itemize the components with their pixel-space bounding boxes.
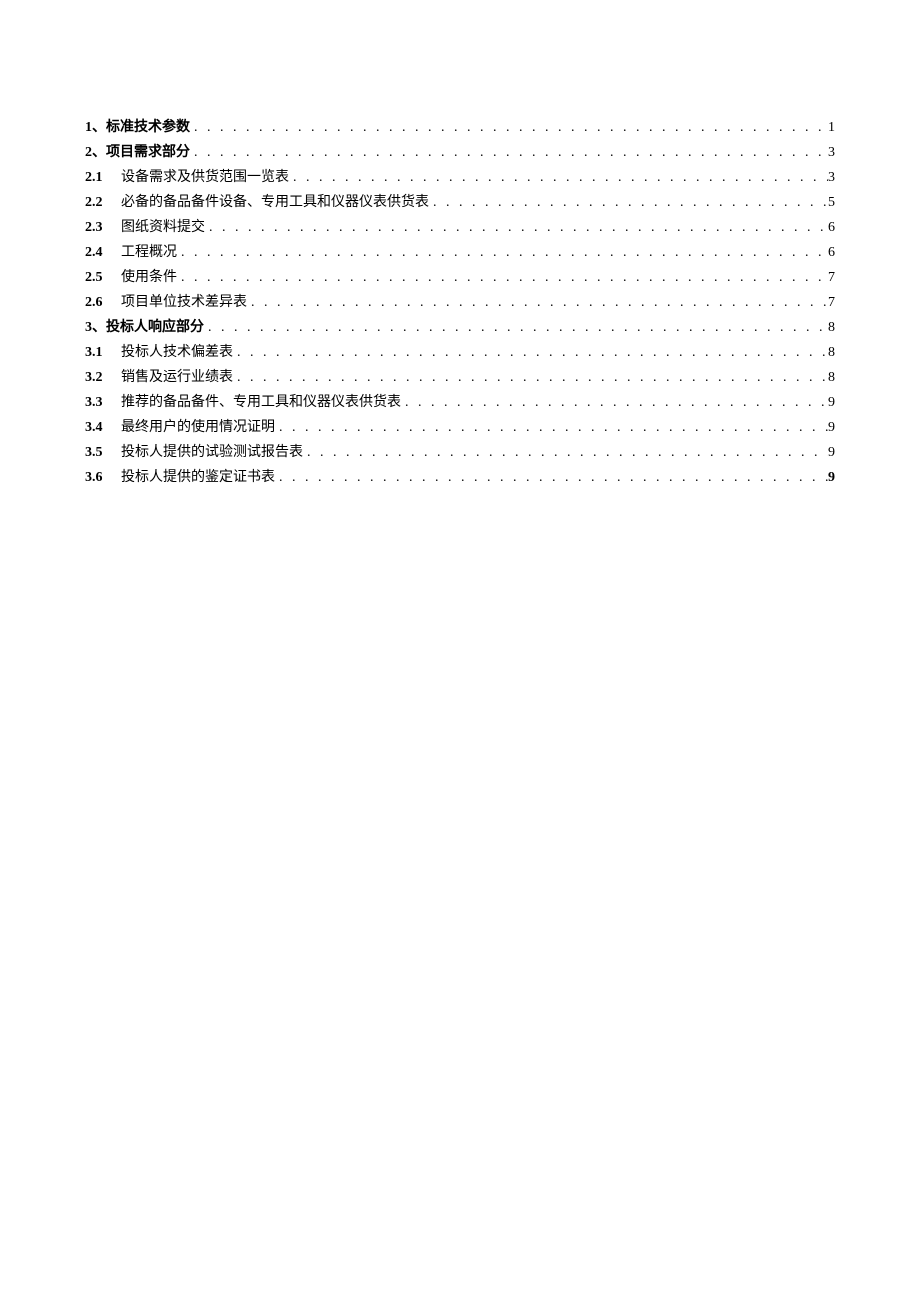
toc-title: 项目需求部分: [106, 140, 190, 165]
toc-leader: . . . . . . . . . . . . . . . . . . . . …: [190, 140, 828, 165]
toc-entry: 3.5投标人提供的试验测试报告表. . . . . . . . . . . . …: [85, 440, 835, 465]
toc-leader: . . . . . . . . . . . . . . . . . . . . …: [401, 390, 828, 415]
toc-page: 8: [828, 340, 835, 365]
toc-entry: 3.3推荐的备品备件、专用工具和仪器仪表供货表. . . . . . . . .…: [85, 390, 835, 415]
toc-number: 2.3: [85, 215, 121, 240]
toc-title: 图纸资料提交: [121, 215, 205, 240]
toc-title: 标准技术参数: [106, 115, 190, 140]
toc-entry: 2.1设备需求及供货范围一览表. . . . . . . . . . . . .…: [85, 165, 835, 190]
toc-entry: 2、项目需求部分. . . . . . . . . . . . . . . . …: [85, 140, 835, 165]
toc-page: 9: [828, 390, 835, 415]
toc-title: 项目单位技术差异表: [121, 290, 247, 315]
toc-leader: . . . . . . . . . . . . . . . . . . . . …: [247, 290, 828, 315]
toc-number: 2.6: [85, 290, 121, 315]
toc-title: 推荐的备品备件、专用工具和仪器仪表供货表: [121, 390, 401, 415]
toc-number: 2.1: [85, 165, 121, 190]
toc-number: 1、: [85, 115, 106, 140]
toc-title: 必备的备品备件设备、专用工具和仪器仪表供货表: [121, 190, 429, 215]
toc-page: 9: [828, 465, 835, 490]
toc-title: 工程概况: [121, 240, 177, 265]
toc-number: 2.2: [85, 190, 121, 215]
toc-page: 9: [828, 440, 835, 465]
toc-entry: 3.4最终用户的使用情况证明. . . . . . . . . . . . . …: [85, 415, 835, 440]
toc-entry: 1、标准技术参数. . . . . . . . . . . . . . . . …: [85, 115, 835, 140]
toc-entry: 3.6投标人提供的鉴定证书表. . . . . . . . . . . . . …: [85, 465, 835, 490]
toc-title: 投标人提供的试验测试报告表: [121, 440, 303, 465]
toc-title: 投标人技术偏差表: [121, 340, 233, 365]
toc-number: 3.1: [85, 340, 121, 365]
toc-entry: 2.2必备的备品备件设备、专用工具和仪器仪表供货表. . . . . . . .…: [85, 190, 835, 215]
toc-page: 6: [828, 240, 835, 265]
toc-leader: . . . . . . . . . . . . . . . . . . . . …: [177, 240, 828, 265]
toc-leader: . . . . . . . . . . . . . . . . . . . . …: [303, 440, 828, 465]
toc-title: 销售及运行业绩表: [121, 365, 233, 390]
toc-page: 3: [828, 140, 835, 165]
toc-title: 投标人响应部分: [106, 315, 204, 340]
toc-page: 8: [828, 315, 835, 340]
toc-page: 8: [828, 365, 835, 390]
toc-number: 3、: [85, 315, 106, 340]
toc-entry: 2.6项目单位技术差异表. . . . . . . . . . . . . . …: [85, 290, 835, 315]
toc-title: 最终用户的使用情况证明: [121, 415, 275, 440]
toc-page: 3: [828, 165, 835, 190]
toc-title: 使用条件: [121, 265, 177, 290]
toc-leader: . . . . . . . . . . . . . . . . . . . . …: [233, 340, 828, 365]
toc-entry: 2.4工程概况. . . . . . . . . . . . . . . . .…: [85, 240, 835, 265]
toc-leader: . . . . . . . . . . . . . . . . . . . . …: [177, 265, 828, 290]
toc-leader: . . . . . . . . . . . . . . . . . . . . …: [233, 365, 828, 390]
toc-number: 2.4: [85, 240, 121, 265]
toc-number: 3.4: [85, 415, 121, 440]
toc-page: 7: [828, 290, 835, 315]
toc-entry: 3.2销售及运行业绩表. . . . . . . . . . . . . . .…: [85, 365, 835, 390]
toc-page: 5: [828, 190, 835, 215]
toc-entry: 3.1投标人技术偏差表. . . . . . . . . . . . . . .…: [85, 340, 835, 365]
toc-number: 2.5: [85, 265, 121, 290]
toc-number: 3.6: [85, 465, 121, 490]
toc-leader: . . . . . . . . . . . . . . . . . . . . …: [204, 315, 828, 340]
toc-leader: . . . . . . . . . . . . . . . . . . . . …: [190, 115, 828, 140]
toc-page: 1: [828, 115, 835, 140]
toc-page: 6: [828, 215, 835, 240]
toc-leader: . . . . . . . . . . . . . . . . . . . . …: [205, 215, 828, 240]
toc-leader: . . . . . . . . . . . . . . . . . . . . …: [289, 165, 828, 190]
toc-entry: 2.3图纸资料提交. . . . . . . . . . . . . . . .…: [85, 215, 835, 240]
toc-title: 投标人提供的鉴定证书表: [121, 465, 275, 490]
toc-number: 3.5: [85, 440, 121, 465]
toc-page: 7: [828, 265, 835, 290]
table-of-contents: 1、标准技术参数. . . . . . . . . . . . . . . . …: [85, 115, 835, 490]
toc-entry: 3、投标人响应部分. . . . . . . . . . . . . . . .…: [85, 315, 835, 340]
toc-number: 3.2: [85, 365, 121, 390]
toc-leader: . . . . . . . . . . . . . . . . . . . . …: [429, 190, 828, 215]
toc-number: 3.3: [85, 390, 121, 415]
toc-page: 9: [828, 415, 835, 440]
toc-number: 2、: [85, 140, 106, 165]
toc-entry: 2.5使用条件. . . . . . . . . . . . . . . . .…: [85, 265, 835, 290]
toc-title: 设备需求及供货范围一览表: [121, 165, 289, 190]
toc-leader: . . . . . . . . . . . . . . . . . . . . …: [275, 465, 828, 490]
toc-leader: . . . . . . . . . . . . . . . . . . . . …: [275, 415, 828, 440]
